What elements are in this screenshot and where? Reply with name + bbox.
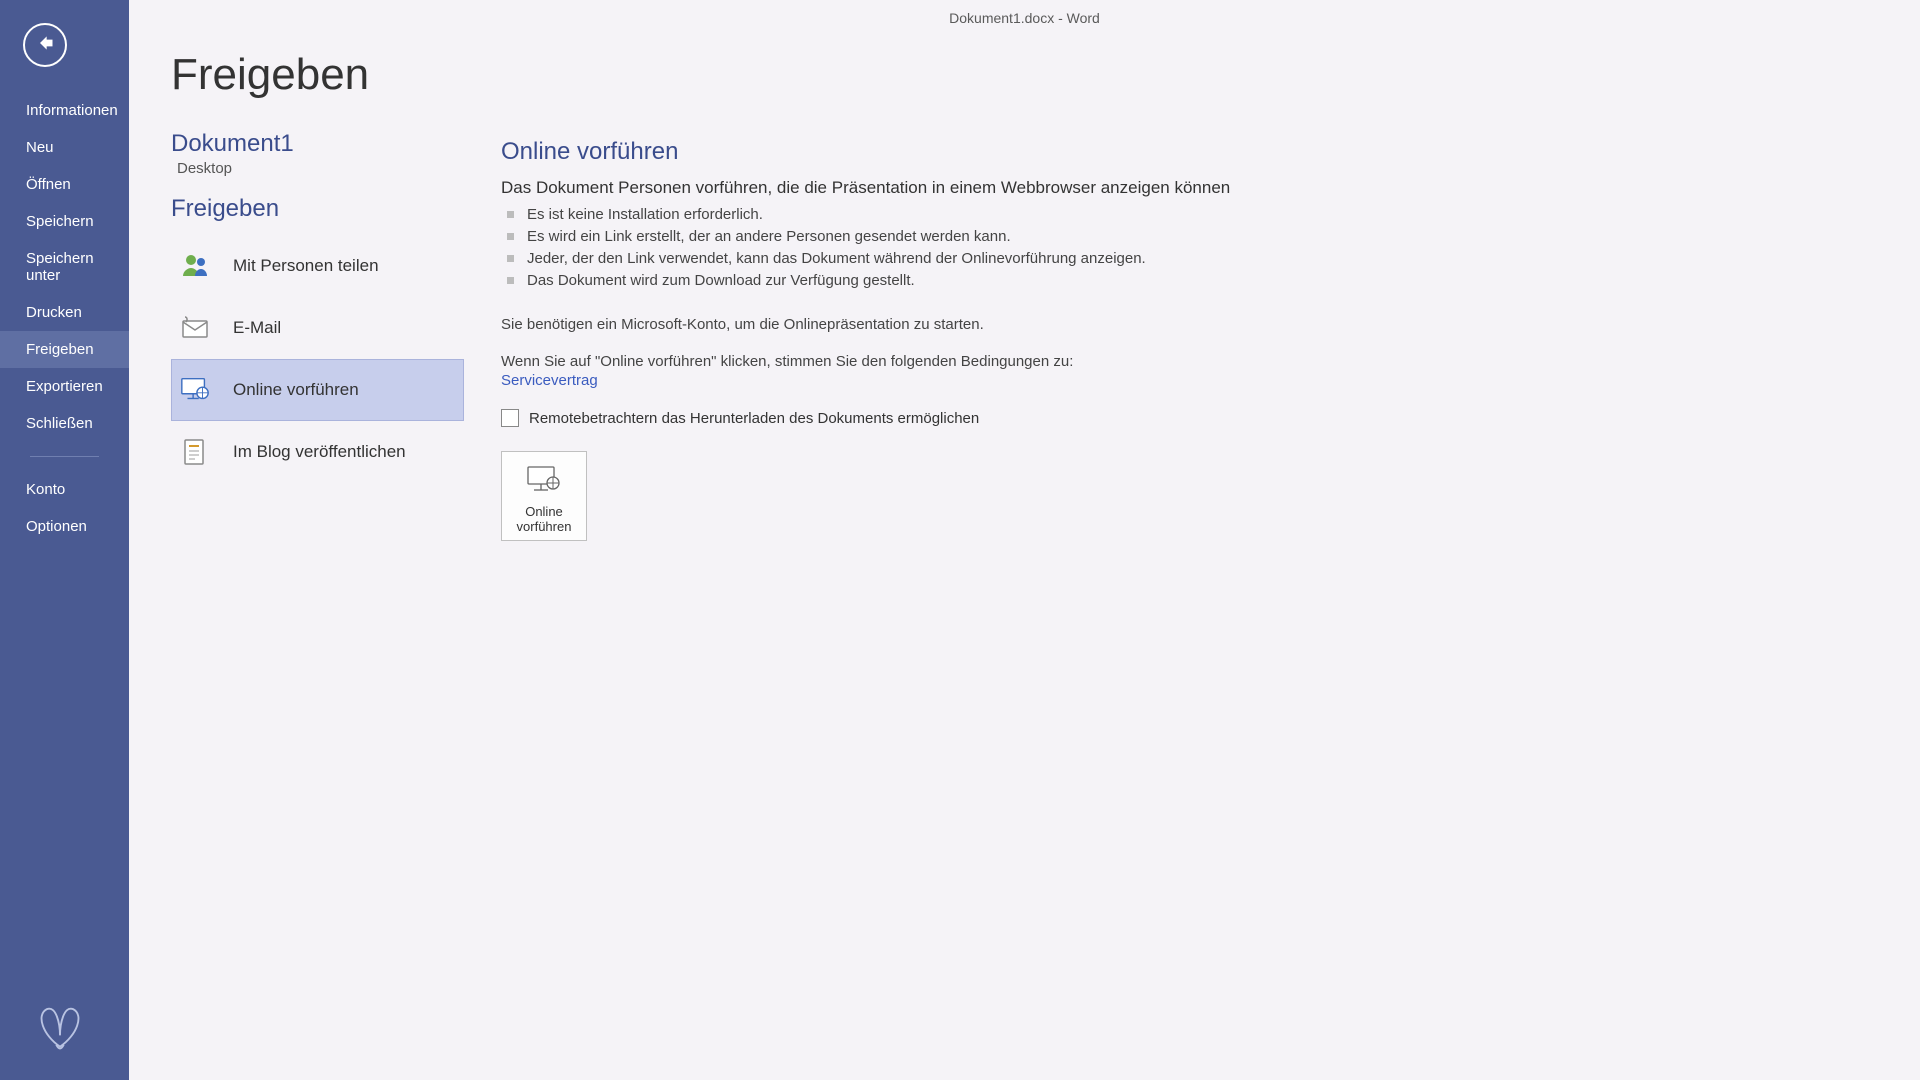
nav-share[interactable]: Freigeben <box>0 331 129 368</box>
nav-close[interactable]: Schließen <box>0 405 129 442</box>
nav-label: Optionen <box>26 518 87 535</box>
present-icon <box>525 465 563 498</box>
share-option-blog[interactable]: Im Blog veröffentlichen <box>171 421 464 483</box>
page-title: Freigeben <box>171 50 464 100</box>
nav-label: Freigeben <box>26 341 94 358</box>
share-option-present-online[interactable]: Online vorführen <box>171 359 464 421</box>
nav-label: Öffnen <box>26 176 71 193</box>
nav-options[interactable]: Optionen <box>0 508 129 545</box>
nav-open[interactable]: Öffnen <box>0 166 129 203</box>
backstage-sidebar: Informationen Neu Öffnen Speichern Speic… <box>0 0 129 1080</box>
share-option-label: E-Mail <box>233 318 281 338</box>
share-options-list: Mit Personen teilen E-Mail Online vorfüh… <box>171 235 464 483</box>
download-checkbox-row: Remotebetrachtern das Herunterladen des … <box>501 409 1890 427</box>
document-name: Dokument1 <box>171 130 464 158</box>
terms-link[interactable]: Servicevertrag <box>501 372 598 389</box>
nav-save-as[interactable]: Speichern unter <box>0 240 129 294</box>
people-icon <box>179 250 211 282</box>
share-option-people[interactable]: Mit Personen teilen <box>171 235 464 297</box>
bullet-item: Es ist keine Installation erforderlich. <box>501 204 1890 226</box>
detail-lead: Das Dokument Personen vorführen, die die… <box>501 178 1890 198</box>
blog-icon <box>179 436 211 468</box>
bullet-item: Das Dokument wird zum Download zur Verfü… <box>501 270 1890 292</box>
nav-label: Exportieren <box>26 378 103 395</box>
download-checkbox-label: Remotebetrachtern das Herunterladen des … <box>529 410 979 427</box>
share-heading: Freigeben <box>171 195 464 223</box>
nav-label: Drucken <box>26 304 82 321</box>
detail-note: Sie benötigen ein Microsoft-Konto, um di… <box>501 316 1890 333</box>
detail-heading: Online vorführen <box>501 138 1890 166</box>
present-online-button[interactable]: Online vorführen <box>501 451 587 541</box>
nav-label: Schließen <box>26 415 93 432</box>
arrow-left-icon <box>35 33 55 57</box>
nav-save[interactable]: Speichern <box>0 203 129 240</box>
present-icon <box>179 374 211 406</box>
window-title-bar: Dokument1.docx - Word <box>129 0 1920 36</box>
nav-label: Speichern <box>26 213 94 230</box>
nav-separator <box>30 456 99 457</box>
share-option-label: Mit Personen teilen <box>233 256 379 276</box>
nav-export[interactable]: Exportieren <box>0 368 129 405</box>
app-root: Dokument1.docx - Word Informationen Neu … <box>0 0 1920 1080</box>
bullet-item: Jeder, der den Link verwendet, kann das … <box>501 248 1890 270</box>
button-label-line2: vorführen <box>517 519 572 534</box>
nav-label: Neu <box>26 139 54 156</box>
document-location: Desktop <box>177 160 464 177</box>
nav-label: Speichern unter <box>26 250 94 284</box>
detail-bullets: Es ist keine Installation erforderlich. … <box>501 204 1890 292</box>
nav-primary: Informationen Neu Öffnen Speichern Speic… <box>0 92 129 545</box>
bullet-item: Es wird ein Link erstellt, der an andere… <box>501 226 1890 248</box>
nav-info[interactable]: Informationen <box>0 92 129 129</box>
back-button[interactable] <box>23 23 67 67</box>
nav-print[interactable]: Drucken <box>0 294 129 331</box>
spacer <box>501 50 1890 138</box>
nav-new[interactable]: Neu <box>0 129 129 166</box>
download-checkbox[interactable] <box>501 409 519 427</box>
mail-icon <box>179 312 211 344</box>
terms-pre: Wenn Sie auf "Online vorführen" klicken,… <box>501 353 1890 370</box>
butterfly-icon <box>30 996 129 1060</box>
nav-account[interactable]: Konto <box>0 471 129 508</box>
nav-label: Konto <box>26 481 65 498</box>
window-title: Dokument1.docx - Word <box>949 10 1100 26</box>
main-area: Freigeben Dokument1 Desktop Freigeben Mi… <box>129 0 1920 1080</box>
share-option-email[interactable]: E-Mail <box>171 297 464 359</box>
share-option-label: Online vorführen <box>233 380 359 400</box>
button-label-line1: Online <box>525 504 563 519</box>
detail-column: Online vorführen Das Dokument Personen v… <box>464 50 1920 1080</box>
nav-label: Informationen <box>26 102 118 119</box>
share-option-label: Im Blog veröffentlichen <box>233 442 406 462</box>
share-column: Freigeben Dokument1 Desktop Freigeben Mi… <box>129 50 464 1080</box>
